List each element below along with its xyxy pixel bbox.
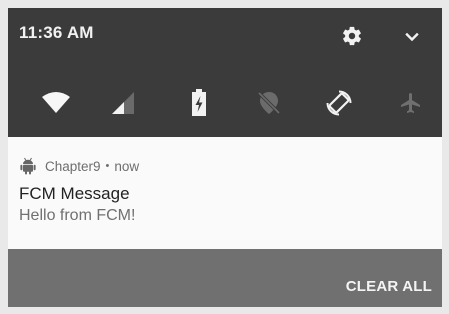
android-icon bbox=[19, 157, 37, 175]
chevron-down-icon[interactable] bbox=[403, 28, 421, 46]
separator-dot: • bbox=[105, 160, 110, 172]
rotate-icon[interactable] bbox=[324, 88, 354, 118]
notification-time: now bbox=[114, 158, 140, 174]
battery-charging-icon[interactable] bbox=[184, 88, 214, 118]
notification-shade: 11:36 AM Chapter9 • now FCM Message Hell… bbox=[8, 8, 442, 307]
wifi-icon[interactable] bbox=[41, 88, 71, 118]
app-name: Chapter9 bbox=[45, 158, 101, 174]
cellular-signal-icon[interactable] bbox=[108, 88, 138, 118]
airplane-icon[interactable] bbox=[396, 88, 426, 118]
status-time: 11:36 AM bbox=[19, 23, 94, 42]
notification-card[interactable]: Chapter9 • now FCM Message Hello from FC… bbox=[8, 137, 442, 249]
notification-title: FCM Message bbox=[19, 184, 130, 203]
location-off-icon[interactable] bbox=[254, 88, 284, 118]
gear-icon[interactable] bbox=[341, 25, 363, 47]
shade-footer: CLEAR ALL bbox=[8, 249, 442, 307]
notification-body: Hello from FCM! bbox=[19, 207, 136, 224]
notification-header: Chapter9 • now bbox=[19, 157, 139, 175]
quick-settings-panel: 11:36 AM bbox=[8, 8, 442, 137]
clear-all-button[interactable]: CLEAR ALL bbox=[346, 278, 432, 295]
